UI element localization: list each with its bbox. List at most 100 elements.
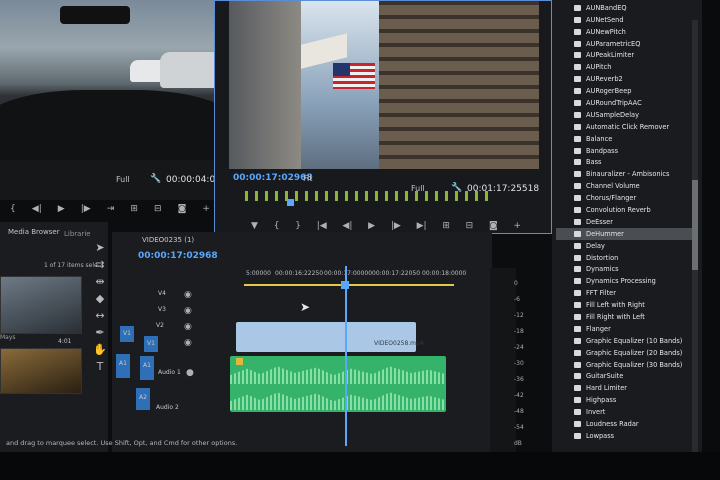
effect-item[interactable]: Graphic Equalizer (20 Bands): [556, 347, 696, 359]
pen-tool-icon[interactable]: ✒: [93, 326, 107, 340]
insert-icon[interactable]: ⊞: [130, 204, 138, 214]
effect-item[interactable]: Fill Left with Right: [556, 299, 696, 311]
media-thumbnail[interactable]: [0, 276, 82, 334]
step-back-icon[interactable]: ◀|: [342, 221, 352, 231]
add-button-icon[interactable]: +: [202, 204, 210, 214]
program-zoom-select[interactable]: Fit: [303, 174, 312, 183]
track-name-audio2: Audio 2: [156, 404, 179, 411]
step-back-icon[interactable]: ◀|: [32, 204, 42, 214]
tab-libraries[interactable]: Librarie: [64, 230, 91, 238]
effect-item[interactable]: Lowpass: [556, 430, 696, 442]
effect-item[interactable]: AURoundTripAAC: [556, 97, 696, 109]
mic-icon[interactable]: ●: [186, 368, 194, 378]
effect-item[interactable]: DeHummer: [556, 227, 696, 240]
effect-item[interactable]: Balance: [556, 133, 696, 145]
effect-item[interactable]: Dynamics: [556, 263, 696, 275]
effect-item[interactable]: Channel Volume: [556, 180, 696, 192]
effect-item[interactable]: AUSampleDelay: [556, 109, 696, 121]
eye-icon[interactable]: ◉: [184, 290, 192, 300]
program-playhead-timecode[interactable]: 00:00:17:02968: [233, 173, 313, 183]
extract-icon[interactable]: ⊟: [466, 221, 474, 231]
hand-tool-icon[interactable]: ✋: [93, 343, 107, 357]
overwrite-icon[interactable]: ⊟: [154, 204, 162, 214]
camera-icon[interactable]: ◙: [489, 221, 498, 231]
timeline-playhead-handle[interactable]: [341, 281, 349, 289]
effect-item[interactable]: AURogerBeep: [556, 85, 696, 97]
effect-item[interactable]: Graphic Equalizer (30 Bands): [556, 359, 696, 371]
camera-icon[interactable]: ◙: [178, 204, 187, 214]
video-clip[interactable]: [236, 322, 416, 352]
mark-in-icon[interactable]: {: [10, 204, 16, 214]
eye-icon[interactable]: ◉: [184, 338, 192, 348]
type-tool-icon[interactable]: T: [93, 360, 107, 374]
effect-item-label: Invert: [586, 408, 606, 417]
effect-item[interactable]: Hard Limiter: [556, 382, 696, 394]
effect-item[interactable]: Invert: [556, 406, 696, 418]
effect-item[interactable]: Dynamics Processing: [556, 275, 696, 287]
effect-item[interactable]: Convolution Reverb: [556, 204, 696, 216]
effect-item[interactable]: AUParametricEQ: [556, 38, 696, 50]
effect-item-label: AUPeakLimiter: [586, 51, 635, 60]
effect-item[interactable]: AUNBandEQ: [556, 2, 696, 14]
step-forward-icon[interactable]: |▶: [391, 221, 401, 231]
effect-item[interactable]: Fill Right with Left: [556, 311, 696, 323]
effects-scrollbar-thumb[interactable]: [692, 180, 698, 270]
effect-item[interactable]: AUPeakLimiter: [556, 49, 696, 61]
program-time-ruler[interactable]: [245, 191, 495, 201]
effect-item[interactable]: Loudness Radar: [556, 418, 696, 430]
screen-edge: [702, 0, 720, 480]
effect-item[interactable]: Graphic Equalizer (10 Bands): [556, 335, 696, 347]
tab-media-browser[interactable]: Media Browser: [8, 228, 60, 236]
timeline-timecode[interactable]: 00:00:17:02968: [138, 251, 218, 261]
sequence-tab[interactable]: VIDEO0235 (1): [142, 236, 194, 244]
timeline-playhead-line[interactable]: [345, 266, 347, 446]
wrench-icon[interactable]: 🔧: [150, 174, 161, 184]
play-icon[interactable]: ▶: [58, 204, 65, 214]
eye-icon[interactable]: ◉: [184, 306, 192, 316]
effect-item[interactable]: Bass: [556, 156, 696, 168]
track-label-a1-source: A1: [119, 360, 127, 367]
program-playhead[interactable]: [287, 199, 294, 206]
effect-item[interactable]: Bandpass: [556, 145, 696, 157]
effect-item[interactable]: AUNewPitch: [556, 26, 696, 38]
play-icon[interactable]: ▶: [368, 221, 375, 231]
effect-file-icon: [574, 254, 581, 261]
effect-item[interactable]: Automatic Click Remover: [556, 121, 696, 133]
mark-out-icon[interactable]: }: [295, 221, 301, 231]
audio-clip[interactable]: [230, 356, 446, 412]
razor-tool-icon[interactable]: ◆: [93, 292, 107, 306]
lift-icon[interactable]: ⊞: [442, 221, 450, 231]
mark-in-icon[interactable]: {: [274, 221, 280, 231]
effect-file-icon: [574, 266, 581, 273]
media-thumbnail[interactable]: [0, 348, 82, 394]
source-resolution-select[interactable]: Full: [116, 175, 130, 184]
audio-waveform: [230, 392, 446, 410]
effect-item[interactable]: GuitarSuite: [556, 371, 696, 383]
go-to-in-icon[interactable]: |◀: [317, 221, 327, 231]
effect-item[interactable]: AUNetSend: [556, 14, 696, 26]
ripple-edit-icon[interactable]: ⇹: [93, 275, 107, 289]
effect-item[interactable]: Chorus/Flanger: [556, 192, 696, 204]
work-area-bar[interactable]: [244, 284, 454, 286]
effect-item[interactable]: DeEsser: [556, 216, 696, 228]
effect-item[interactable]: Flanger: [556, 323, 696, 335]
effect-item[interactable]: FFT Filter: [556, 287, 696, 299]
effect-item[interactable]: AUPitch: [556, 61, 696, 73]
meter-level: -12: [514, 312, 524, 319]
selection-tool-icon[interactable]: ➤: [93, 241, 107, 255]
effect-item-label: AURoundTripAAC: [586, 98, 642, 107]
step-forward-icon[interactable]: |▶: [81, 204, 91, 214]
effect-item[interactable]: Highpass: [556, 394, 696, 406]
marker-icon[interactable]: ▼: [251, 221, 258, 231]
effect-item[interactable]: Delay: [556, 240, 696, 252]
loop-icon[interactable]: ⇥: [107, 204, 115, 214]
go-to-out-icon[interactable]: ▶|: [417, 221, 427, 231]
slip-tool-icon[interactable]: ↔: [93, 309, 107, 323]
effect-item[interactable]: AUReverb2: [556, 73, 696, 85]
track-select-icon[interactable]: ⇉: [93, 258, 107, 272]
effect-item[interactable]: Binauralizer - Ambisonics: [556, 168, 696, 180]
eye-icon[interactable]: ◉: [184, 322, 192, 332]
effect-item[interactable]: Distortion: [556, 252, 696, 264]
effect-file-icon: [574, 302, 581, 309]
add-button-icon[interactable]: +: [513, 221, 521, 231]
